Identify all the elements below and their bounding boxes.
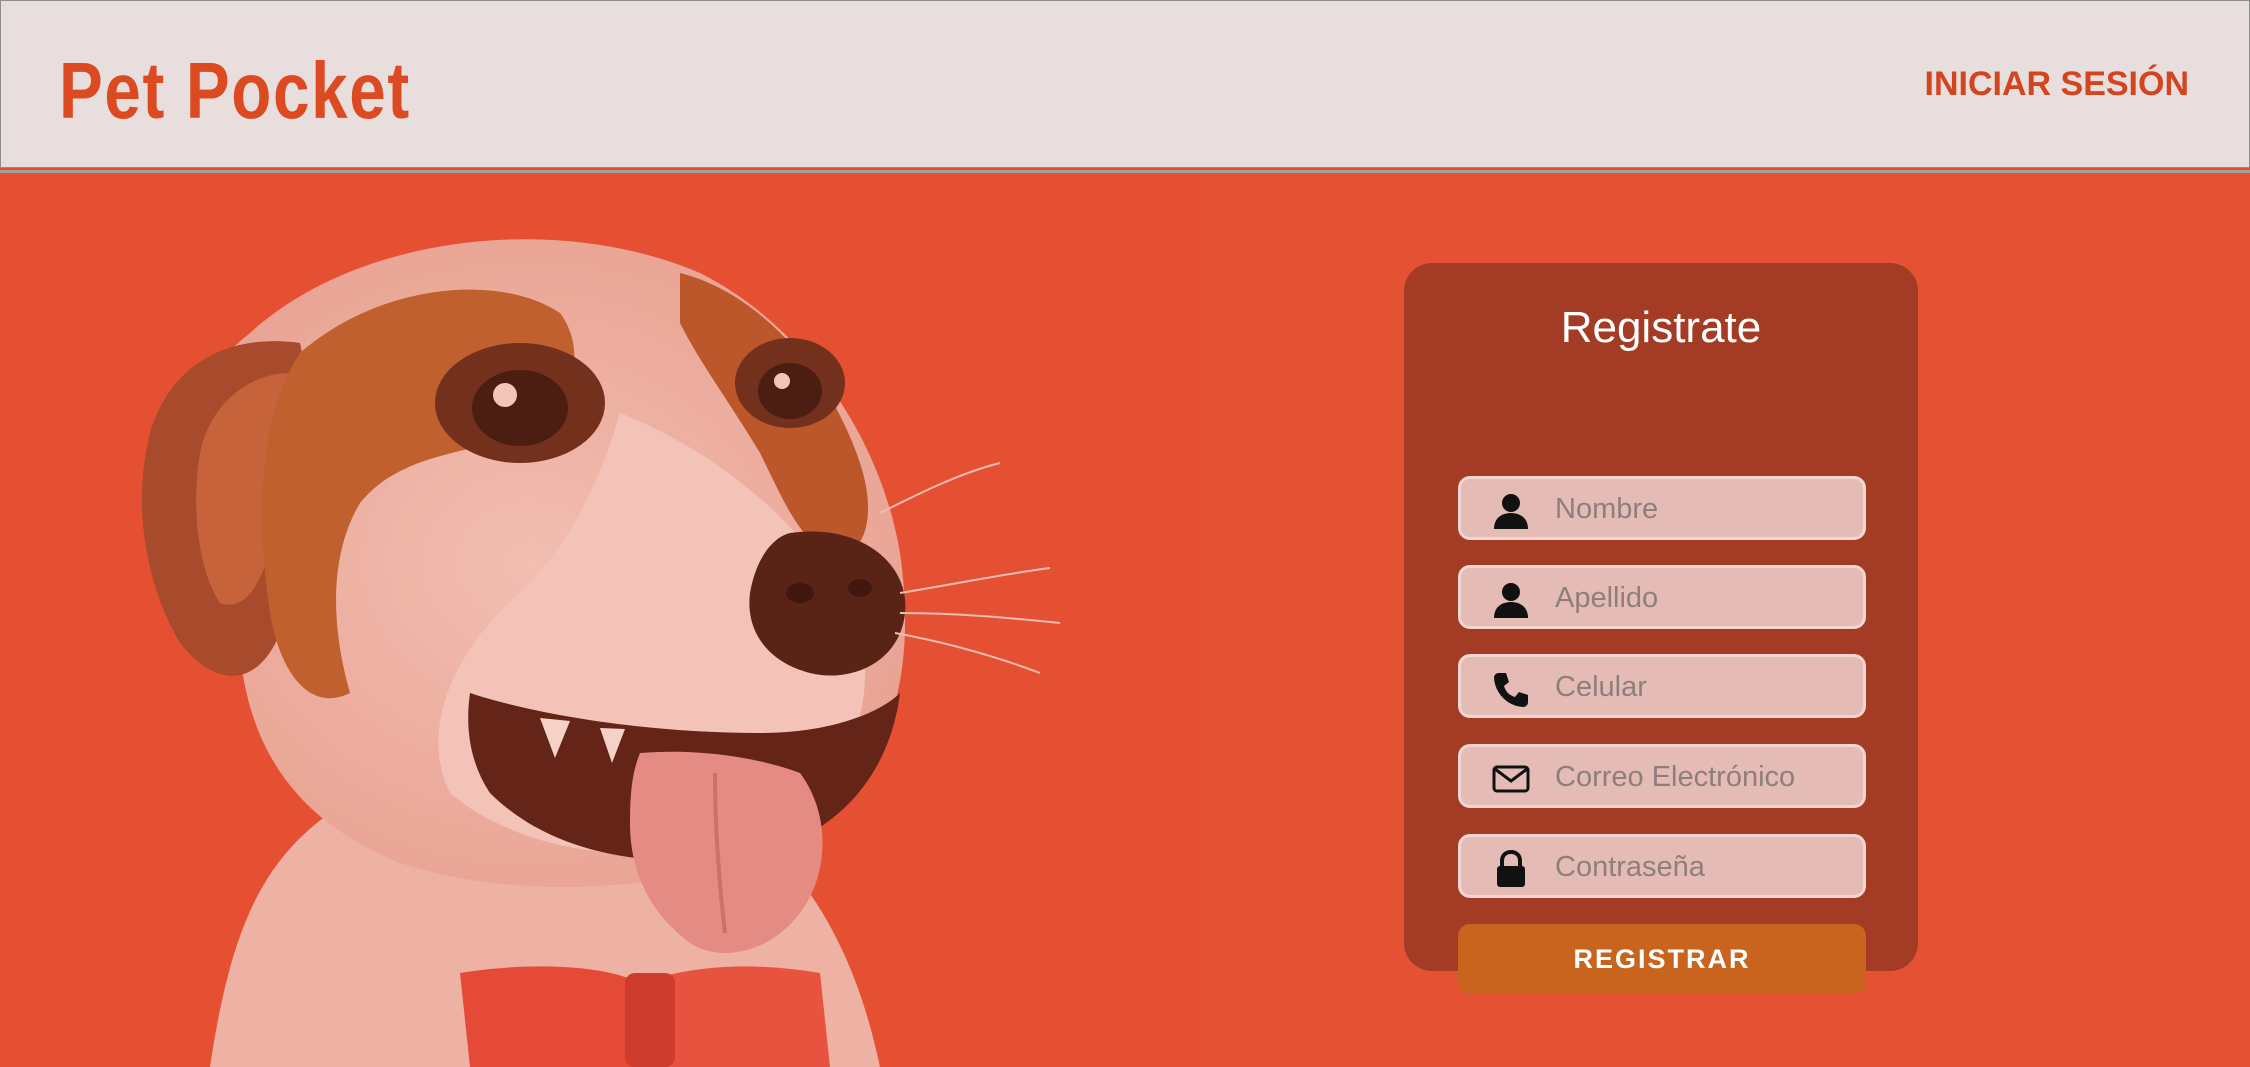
user-icon — [1494, 583, 1528, 618]
email-input[interactable] — [1553, 753, 1857, 801]
top-navbar: Pet Pocket INICIAR SESIÓN — [0, 0, 2250, 168]
user-icon — [1494, 494, 1528, 529]
dog-photo — [0, 173, 1200, 1067]
brand-logo[interactable]: Pet Pocket — [59, 45, 411, 137]
envelope-icon — [1492, 765, 1530, 793]
last-name-field[interactable] — [1458, 565, 1866, 629]
phone-field[interactable] — [1458, 654, 1866, 718]
lock-icon — [1497, 849, 1525, 887]
first-name-field[interactable] — [1458, 476, 1866, 540]
register-button[interactable]: REGISTRAR — [1458, 924, 1866, 994]
register-title: Registrate — [1560, 303, 1762, 352]
first-name-input[interactable] — [1553, 485, 1857, 533]
hero-section: Registrate Nombre Apellido Celular Corre… — [0, 173, 2250, 1067]
password-input[interactable] — [1553, 843, 1857, 891]
email-field[interactable] — [1458, 744, 1866, 808]
password-field[interactable] — [1458, 834, 1866, 898]
register-panel: Registrate Nombre Apellido Celular Corre… — [1404, 263, 1918, 994]
login-link[interactable]: INICIAR SESIÓN — [1925, 65, 2189, 104]
phone-input[interactable] — [1553, 663, 1857, 711]
phone-icon — [1494, 673, 1528, 707]
last-name-input[interactable] — [1553, 574, 1857, 622]
